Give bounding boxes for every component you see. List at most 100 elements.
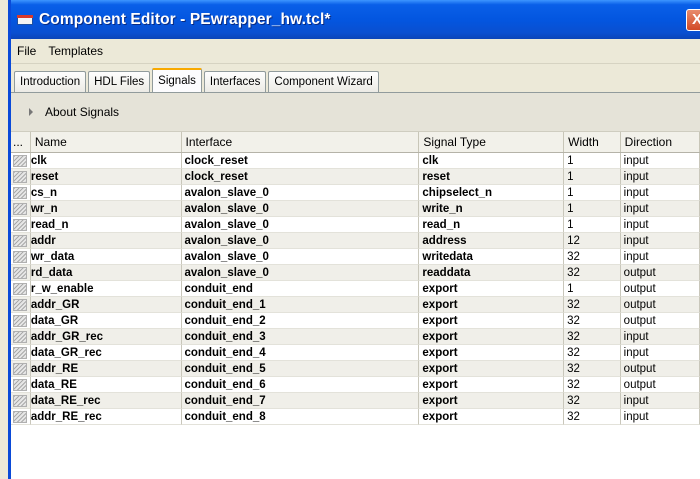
drag-handle-icon[interactable] xyxy=(13,234,27,247)
signal-type-cell[interactable]: read_n xyxy=(419,217,565,233)
signal-name-cell[interactable]: addr xyxy=(30,233,182,249)
width-cell[interactable]: 32 xyxy=(564,265,621,281)
tab-hdl-files[interactable]: HDL Files xyxy=(88,71,151,92)
width-cell[interactable]: 32 xyxy=(564,345,621,361)
signal-type-cell[interactable]: export xyxy=(419,329,565,345)
table-row[interactable]: addr_RE_rec conduit_end_8 export 32 input xyxy=(11,409,700,425)
width-cell[interactable]: 12 xyxy=(564,233,621,249)
signal-name-cell[interactable]: data_RE xyxy=(30,377,182,393)
table-row[interactable]: addr avalon_slave_0 address 12 input xyxy=(11,233,700,249)
interface-cell[interactable]: conduit_end_8 xyxy=(181,409,420,425)
direction-cell[interactable]: input xyxy=(620,409,700,425)
signal-name-cell[interactable]: cs_n xyxy=(30,185,182,201)
table-row[interactable]: addr_RE conduit_end_5 export 32 output xyxy=(11,361,700,377)
interface-cell[interactable]: conduit_end_6 xyxy=(181,377,420,393)
table-row[interactable]: cs_n avalon_slave_0 chipselect_n 1 input xyxy=(11,185,700,201)
direction-cell[interactable]: output xyxy=(620,297,700,313)
signal-name-cell[interactable]: data_RE_rec xyxy=(30,393,182,409)
width-cell[interactable]: 32 xyxy=(564,249,621,265)
title-bar[interactable]: Component Editor - PEwrapper_hw.tcl* X xyxy=(11,0,700,39)
table-row[interactable]: reset clock_reset reset 1 input xyxy=(11,169,700,185)
drag-handle-icon[interactable] xyxy=(13,218,27,231)
signal-name-cell[interactable]: addr_GR xyxy=(30,297,182,313)
direction-cell[interactable]: output xyxy=(620,377,700,393)
signal-name-cell[interactable]: rd_data xyxy=(30,265,182,281)
tab-component-wizard[interactable]: Component Wizard xyxy=(268,71,379,92)
direction-cell[interactable]: output xyxy=(620,281,700,297)
table-row[interactable]: data_GR_rec conduit_end_4 export 32 input xyxy=(11,345,700,361)
drag-handle-icon[interactable] xyxy=(13,186,27,199)
table-row[interactable]: data_RE_rec conduit_end_7 export 32 input xyxy=(11,393,700,409)
width-cell[interactable]: 32 xyxy=(564,297,621,313)
signal-type-cell[interactable]: writedata xyxy=(419,249,565,265)
width-cell[interactable]: 1 xyxy=(564,169,621,185)
width-cell[interactable]: 1 xyxy=(564,201,621,217)
width-cell[interactable]: 1 xyxy=(564,281,621,297)
signal-type-cell[interactable]: export xyxy=(419,345,565,361)
direction-cell[interactable]: input xyxy=(620,169,700,185)
direction-cell[interactable]: input xyxy=(620,393,700,409)
interface-cell[interactable]: avalon_slave_0 xyxy=(181,265,420,281)
width-cell[interactable]: 32 xyxy=(564,377,621,393)
drag-handle-icon[interactable] xyxy=(13,266,27,279)
table-row[interactable]: rd_data avalon_slave_0 readdata 32 output xyxy=(11,265,700,281)
signal-name-cell[interactable]: addr_RE xyxy=(30,361,182,377)
drag-handle-icon[interactable] xyxy=(13,314,27,327)
width-cell[interactable]: 32 xyxy=(564,313,621,329)
table-row[interactable]: r_w_enable conduit_end export 1 output xyxy=(11,281,700,297)
interface-cell[interactable]: conduit_end_4 xyxy=(181,345,420,361)
width-cell[interactable]: 1 xyxy=(564,217,621,233)
interface-cell[interactable]: conduit_end_5 xyxy=(181,361,420,377)
interface-cell[interactable]: avalon_slave_0 xyxy=(181,185,420,201)
drag-handle-icon[interactable] xyxy=(13,202,27,215)
signal-type-cell[interactable]: export xyxy=(419,409,565,425)
drag-handle-icon[interactable] xyxy=(13,362,27,375)
table-row[interactable]: read_n avalon_slave_0 read_n 1 input xyxy=(11,217,700,233)
column-header-name[interactable]: Name xyxy=(31,132,182,152)
interface-cell[interactable]: clock_reset xyxy=(181,153,420,169)
direction-cell[interactable]: input xyxy=(620,249,700,265)
menu-file[interactable]: File xyxy=(11,44,42,58)
width-cell[interactable]: 32 xyxy=(564,409,621,425)
signal-type-cell[interactable]: export xyxy=(419,377,565,393)
table-row[interactable]: addr_GR conduit_end_1 export 32 output xyxy=(11,297,700,313)
signal-name-cell[interactable]: reset xyxy=(30,169,182,185)
column-header-signal-type[interactable]: Signal Type xyxy=(419,132,565,152)
column-header-interface[interactable]: Interface xyxy=(182,132,420,152)
signal-type-cell[interactable]: export xyxy=(419,393,565,409)
table-row[interactable]: data_GR conduit_end_2 export 32 output xyxy=(11,313,700,329)
close-button[interactable]: X xyxy=(686,9,700,31)
interface-cell[interactable]: avalon_slave_0 xyxy=(181,217,420,233)
drag-handle-icon[interactable] xyxy=(13,410,27,423)
interface-cell[interactable]: clock_reset xyxy=(181,169,420,185)
direction-cell[interactable]: input xyxy=(620,153,700,169)
column-header-direction[interactable]: Direction xyxy=(621,132,700,152)
interface-cell[interactable]: avalon_slave_0 xyxy=(181,233,420,249)
table-row[interactable]: wr_n avalon_slave_0 write_n 1 input xyxy=(11,201,700,217)
direction-cell[interactable]: output xyxy=(620,313,700,329)
drag-handle-icon[interactable] xyxy=(13,394,27,407)
width-cell[interactable]: 1 xyxy=(564,185,621,201)
table-row[interactable]: data_RE conduit_end_6 export 32 output xyxy=(11,377,700,393)
direction-cell[interactable]: input xyxy=(620,201,700,217)
signal-name-cell[interactable]: addr_RE_rec xyxy=(30,409,182,425)
table-row[interactable]: wr_data avalon_slave_0 writedata 32 input xyxy=(11,249,700,265)
signal-type-cell[interactable]: export xyxy=(419,281,565,297)
signal-type-cell[interactable]: readdata xyxy=(419,265,565,281)
drag-handle-icon[interactable] xyxy=(13,250,27,263)
width-cell[interactable]: 32 xyxy=(564,329,621,345)
signal-type-cell[interactable]: export xyxy=(419,361,565,377)
signal-name-cell[interactable]: r_w_enable xyxy=(30,281,182,297)
drag-handle-icon[interactable] xyxy=(13,170,27,183)
signal-name-cell[interactable]: data_GR xyxy=(30,313,182,329)
signal-name-cell[interactable]: read_n xyxy=(30,217,182,233)
direction-cell[interactable]: input xyxy=(620,185,700,201)
signal-name-cell[interactable]: addr_GR_rec xyxy=(30,329,182,345)
column-header-width[interactable]: Width xyxy=(564,132,621,152)
signal-name-cell[interactable]: data_GR_rec xyxy=(30,345,182,361)
direction-cell[interactable]: output xyxy=(620,361,700,377)
interface-cell[interactable]: avalon_slave_0 xyxy=(181,249,420,265)
interface-cell[interactable]: conduit_end_2 xyxy=(181,313,420,329)
direction-cell[interactable]: output xyxy=(620,265,700,281)
direction-cell[interactable]: input xyxy=(620,329,700,345)
